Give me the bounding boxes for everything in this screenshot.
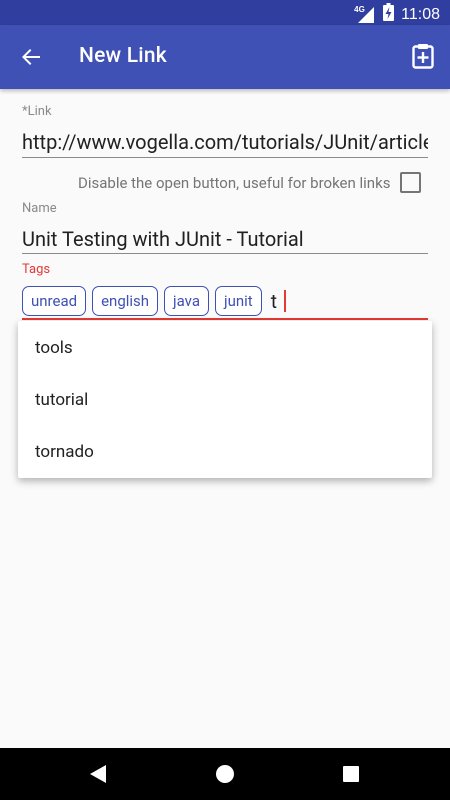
circle-home-icon — [216, 765, 234, 783]
nav-recents-button[interactable] — [337, 760, 365, 788]
tags-input[interactable]: unread english java junit t — [22, 286, 286, 316]
suggestion-item-tutorial[interactable]: tutorial — [18, 374, 432, 426]
triangle-back-icon — [90, 765, 106, 783]
arrow-back-icon — [22, 49, 40, 65]
tag-chip-unread[interactable]: unread — [22, 286, 87, 316]
text-cursor — [283, 290, 286, 312]
status-bar: 4G 11:08 — [0, 0, 450, 25]
disable-open-option: Disable the open button, useful for brok… — [78, 172, 422, 193]
link-label: *Link — [22, 104, 52, 119]
back-button[interactable] — [14, 40, 48, 74]
navigation-bar — [0, 748, 450, 800]
app-bar: New Link — [0, 25, 450, 89]
disable-open-checkbox[interactable] — [400, 172, 422, 193]
tag-chip-java[interactable]: java — [164, 286, 209, 316]
tag-chip-junit[interactable]: junit — [215, 286, 262, 316]
name-label: Name — [22, 201, 57, 216]
battery-charging-icon — [383, 3, 395, 26]
status-icons: 4G 11:08 — [354, 3, 440, 26]
square-recents-icon — [343, 766, 359, 782]
page-title: New Link — [79, 44, 167, 68]
tag-chip-english[interactable]: english — [92, 286, 159, 316]
signal-icon: 4G — [354, 5, 376, 24]
clipboard-plus-icon — [412, 44, 434, 69]
tag-suggestions-dropdown: tools tutorial tornado — [18, 321, 432, 478]
tags-underline — [22, 318, 428, 320]
nav-home-button[interactable] — [211, 760, 239, 788]
paste-from-clipboard-button[interactable] — [408, 40, 438, 72]
tags-label: Tags — [22, 262, 51, 277]
name-underline — [22, 253, 428, 254]
suggestion-item-tornado[interactable]: tornado — [18, 426, 432, 478]
tag-typed-text[interactable]: t — [271, 290, 277, 313]
suggestion-item-tools[interactable]: tools — [18, 321, 432, 374]
name-input[interactable]: Unit Testing with JUnit - Tutorial — [22, 227, 428, 251]
nav-back-button[interactable] — [84, 760, 112, 788]
link-underline — [22, 157, 428, 158]
status-time: 11:08 — [401, 5, 440, 23]
disable-open-label: Disable the open button, useful for brok… — [78, 173, 391, 192]
link-input[interactable]: http://www.vogella.com/tutorials/JUnit/a… — [22, 130, 428, 154]
